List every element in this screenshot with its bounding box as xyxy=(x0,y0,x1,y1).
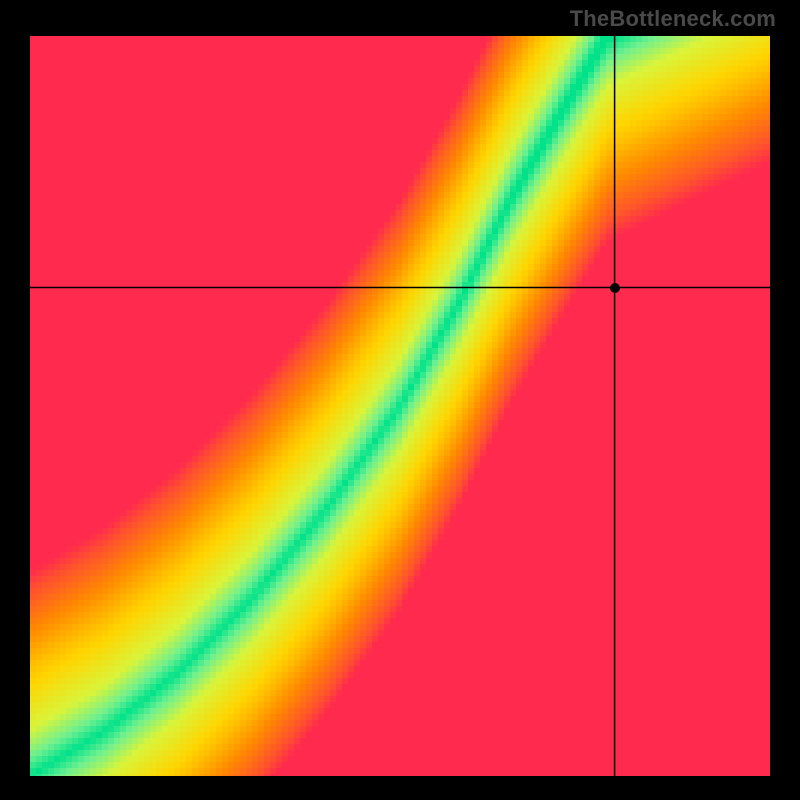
watermark-text: TheBottleneck.com xyxy=(570,6,776,32)
chart-frame: TheBottleneck.com xyxy=(0,0,800,800)
marker-dot xyxy=(610,283,620,293)
crosshair-overlay xyxy=(30,36,770,776)
heatmap-plot xyxy=(30,36,770,776)
